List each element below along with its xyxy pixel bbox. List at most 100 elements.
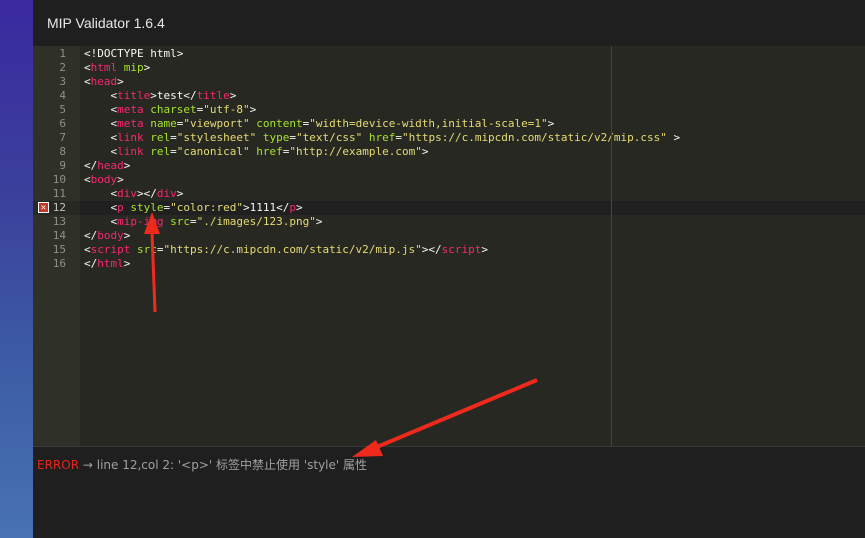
code-line-text: </body>	[84, 229, 130, 243]
tag-token: div	[156, 187, 177, 200]
print-margin	[611, 46, 612, 446]
line-number: 14	[33, 229, 80, 243]
code-text-token: >	[547, 117, 555, 130]
code-text-token: >	[176, 187, 184, 200]
tag-token: link	[117, 145, 144, 158]
attribute-token: src	[170, 215, 190, 228]
code-text-token: >	[249, 103, 257, 116]
string-token: "./images/123.png"	[196, 215, 316, 228]
title-bar: MIP Validator 1.6.4	[33, 0, 865, 46]
code-text-token: <	[84, 243, 91, 256]
app-title: MIP Validator 1.6.4	[47, 15, 165, 31]
code-line[interactable]: <link rel="canonical" href="http://examp…	[80, 145, 865, 159]
code-line-text: </html>	[84, 257, 130, 271]
tag-token: div	[117, 187, 137, 200]
line-number-label: 16	[52, 257, 66, 270]
line-number-label: 2	[59, 61, 66, 74]
code-line[interactable]: </html>	[80, 257, 865, 271]
code-text-token: <	[84, 89, 118, 102]
code-text-token: >	[117, 173, 124, 186]
code-line-text: </head>	[84, 159, 130, 173]
desktop-background-strip	[0, 0, 33, 538]
code-text-token: >test</	[150, 89, 197, 102]
attribute-token: mip	[123, 61, 144, 74]
code-text-token: <	[84, 187, 118, 200]
app-window: MIP Validator 1.6.4 1 2 3 4 5 6 7 8 9 10 11 12 ✕ 13 14…	[33, 0, 865, 538]
code-line[interactable]: <body>	[80, 173, 865, 187]
code-text-token: ></	[421, 243, 442, 256]
code-line[interactable]: <script src="https://c.mipcdn.com/static…	[80, 243, 865, 257]
code-text-token: <	[84, 145, 118, 158]
code-line[interactable]: <!DOCTYPE html>	[80, 47, 865, 61]
tag-token: p	[117, 201, 124, 214]
string-token: "stylesheet"	[176, 131, 257, 144]
code-line[interactable]: <html mip>	[80, 61, 865, 75]
code-editor[interactable]: 1 2 3 4 5 6 7 8 9 10 11 12 ✕ 13 14 15 16 <!DOCTYPE html>…	[33, 46, 865, 446]
code-line-text: <script src="https://c.mipcdn.com/static…	[84, 243, 488, 257]
code-line[interactable]: <title>test</title>	[80, 89, 865, 103]
line-number-label: 4	[59, 89, 66, 102]
line-number: 5	[33, 103, 80, 117]
code-line[interactable]: <mip-img src="./images/123.png">	[80, 215, 865, 229]
code-text-token: =	[170, 145, 177, 158]
code-line-text: <head>	[84, 75, 124, 89]
string-token: "width=device-width,initial-scale=1"	[309, 117, 548, 130]
line-number: 1	[33, 47, 80, 61]
code-line-text: <title>test</title>	[84, 89, 236, 103]
string-token: "utf-8"	[203, 103, 250, 116]
line-number: 12 ✕	[33, 201, 80, 215]
code-text-token: >	[666, 131, 681, 144]
code-text-token: <!DOCTYPE html>	[84, 47, 184, 60]
code-text-token: </	[84, 159, 98, 172]
code-text-token: <	[84, 131, 118, 144]
line-number-label: 3	[59, 75, 66, 88]
code-text-token: <	[84, 103, 118, 116]
code-text-token: <	[84, 75, 91, 88]
code-text-token: >	[295, 201, 303, 214]
tag-token: p	[289, 201, 296, 214]
code-line[interactable]: <meta charset="utf-8">	[80, 103, 865, 117]
code-line[interactable]: <p style="color:red">1111</p>	[80, 201, 865, 215]
error-message: ERROR → line 12,col 2: '<p>' 标签中禁止使用 'st…	[37, 456, 367, 473]
code-line[interactable]: <head>	[80, 75, 865, 89]
string-token: "https://c.mipcdn.com/static/v2/mip.js"	[163, 243, 422, 256]
tag-token: meta	[117, 117, 144, 130]
code-text-token: >	[117, 75, 124, 88]
validation-output-panel: ERROR → line 12,col 2: '<p>' 标签中禁止使用 'st…	[33, 446, 865, 538]
code-text-token: <	[84, 61, 91, 74]
code-text-token: </	[84, 257, 98, 270]
line-number: 8	[33, 145, 80, 159]
code-line-text: <html mip>	[84, 61, 150, 75]
code-text-token: =	[189, 215, 197, 228]
error-x-icon[interactable]: ✕	[38, 202, 49, 213]
code-text-token: >	[229, 89, 237, 102]
tag-token: body	[90, 173, 118, 186]
code-line-text: <meta name="viewport" content="width=dev…	[84, 117, 554, 131]
attribute-token: style	[130, 201, 164, 214]
line-number: 9	[33, 159, 80, 173]
line-number-label: 6	[59, 117, 66, 130]
tag-token: html	[97, 257, 124, 270]
code-line-text: <link rel="stylesheet" type="text/css" h…	[84, 131, 680, 145]
tag-token: link	[117, 131, 144, 144]
attribute-token: href	[368, 131, 396, 144]
line-number-label: 12	[52, 201, 66, 214]
code-text-token: </	[84, 229, 98, 242]
code-line-text: <p style="color:red">1111</p>	[84, 201, 303, 215]
code-line[interactable]: <div></div>	[80, 187, 865, 201]
tag-token: title	[196, 89, 230, 102]
code-text-token: ></	[137, 187, 157, 200]
code-line[interactable]: <link rel="stylesheet" type="text/css" h…	[80, 131, 865, 145]
tag-token: mip-img	[117, 215, 164, 228]
code-line[interactable]: <meta name="viewport" content="width=dev…	[80, 117, 865, 131]
code-line[interactable]: </body>	[80, 229, 865, 243]
tag-token: head	[97, 159, 124, 172]
code-content[interactable]: <!DOCTYPE html> <html mip> <head> <title>t…	[80, 46, 865, 446]
code-text-token: >	[123, 159, 131, 172]
code-line[interactable]: </head>	[80, 159, 865, 173]
line-number: 13	[33, 215, 80, 229]
tag-token: html	[90, 61, 118, 74]
line-number: 16	[33, 257, 80, 271]
